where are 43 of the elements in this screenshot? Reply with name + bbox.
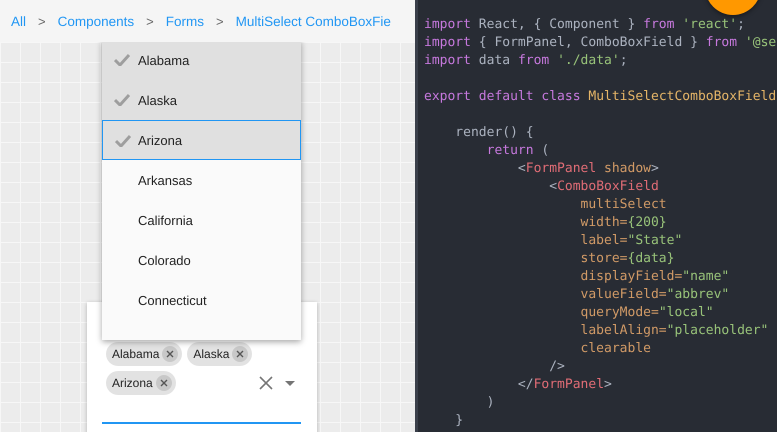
code-line: store={data} (580, 250, 676, 268)
code-line: valueField="abbrev" (580, 286, 730, 304)
code-line: import React, { Component } from 'react'; (424, 16, 746, 34)
chip-label: Alabama (112, 347, 160, 361)
code-line: } (454, 412, 464, 430)
dropdown-item[interactable]: Alaska (102, 80, 301, 120)
code-line: <ComboBoxField (548, 178, 660, 196)
breadcrumb-separator: > (146, 14, 154, 28)
breadcrumb-separator: > (216, 14, 224, 28)
code-line: </FormPanel> (516, 376, 613, 394)
code-line: queryMode="local" (580, 304, 715, 322)
dropdown-item[interactable]: Alabama (102, 42, 301, 80)
dropdown-item[interactable]: Connecticut (102, 280, 301, 320)
caret-icon[interactable] (285, 381, 295, 386)
code-line: export default class MultiSelectComboBoxField (424, 88, 777, 106)
code-line: return ( (486, 142, 550, 160)
code-line: <FormPanel shadow> (516, 160, 660, 178)
code-line: multiSelect (580, 196, 668, 214)
check-icon (115, 135, 131, 147)
dropdown-item[interactable]: California (102, 200, 301, 240)
combobox-field[interactable]: Alabama Alaska Arizona (102, 342, 301, 424)
remove-icon[interactable] (162, 346, 178, 362)
code-line: label="State" (580, 232, 684, 250)
chip-label: Arizona (112, 376, 153, 390)
code-line: width={200} (580, 214, 668, 232)
check-icon (114, 94, 130, 106)
dropdown-item[interactable]: Arkansas (102, 160, 301, 200)
code-line: displayField="name" (580, 268, 730, 286)
code-line: clearable (580, 340, 652, 358)
code-line: /> (548, 358, 566, 376)
clear-icon[interactable] (259, 376, 273, 390)
dropdown-item[interactable]: Colorado (102, 240, 301, 280)
code-line: import data from './data'; (424, 52, 629, 70)
remove-icon[interactable] (156, 375, 172, 391)
check-icon (114, 54, 130, 66)
chip-label: Alaska (193, 347, 230, 361)
code-line: labelAlign="placeholder" (580, 322, 770, 340)
code-line: ) (486, 394, 496, 412)
code-line: render() { (454, 124, 535, 142)
code-line: import { FormPanel, ComboBoxField } from '@se (424, 34, 777, 52)
remove-icon[interactable] (232, 346, 248, 362)
dropdown-item[interactable]: Arizona (102, 120, 301, 160)
breadcrumb-separator: > (38, 14, 46, 28)
